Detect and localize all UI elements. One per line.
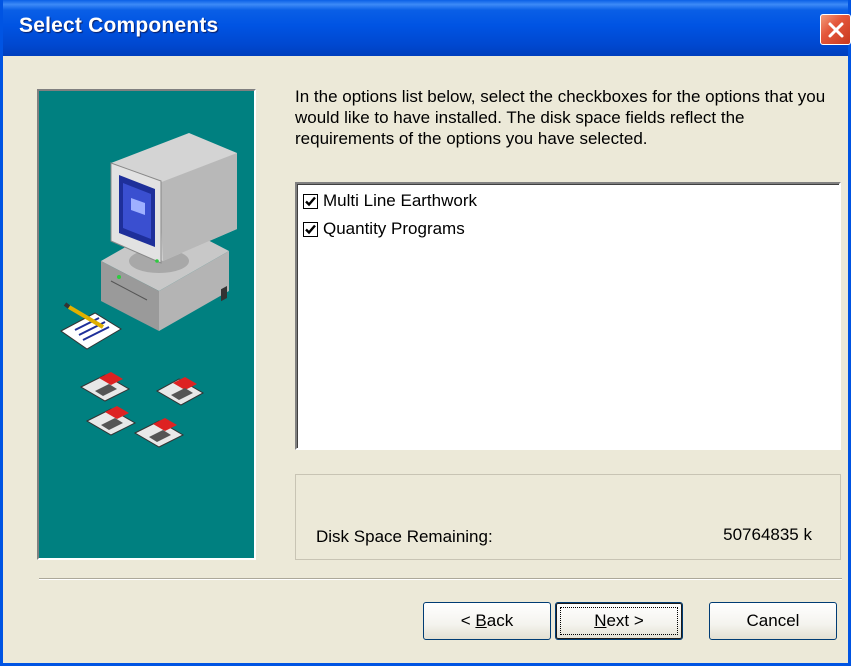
close-icon <box>828 22 843 37</box>
options-list[interactable]: Multi Line Earthwork Quantity Programs <box>295 182 841 450</box>
next-button[interactable]: Next > <box>555 602 683 640</box>
option-label: Multi Line Earthwork <box>323 191 478 210</box>
back-button[interactable]: < Back <box>423 602 551 640</box>
option-label: Quantity Programs <box>323 219 465 238</box>
checkmark-icon <box>305 196 316 206</box>
computer-illustration <box>60 133 237 448</box>
checkmark-icon <box>305 224 316 234</box>
installer-dialog: Select Components In the options list be… <box>0 0 851 666</box>
button-separator <box>39 578 842 580</box>
setup-illustration-panel <box>37 89 256 560</box>
back-prefix: < <box>460 611 476 630</box>
cancel-label: Cancel <box>746 611 800 630</box>
disk-space-panel: Disk Space Remaining: 50764835 k <box>295 474 841 560</box>
option-multi-line-earthwork[interactable]: Multi Line Earthwork <box>303 189 477 213</box>
disk-space-value: 50764835 k <box>723 525 812 544</box>
cancel-button[interactable]: Cancel <box>709 602 837 640</box>
back-mnemonic: B <box>475 611 487 630</box>
close-button[interactable] <box>820 14 851 45</box>
window-title: Select Components <box>19 14 219 37</box>
instructions-text: In the options list below, select the ch… <box>295 87 826 148</box>
disk-space-label: Disk Space Remaining: <box>316 527 493 546</box>
checkbox-quantity-programs[interactable] <box>303 221 318 237</box>
checkbox-multi-line-earthwork[interactable] <box>303 193 318 209</box>
option-quantity-programs[interactable]: Quantity Programs <box>303 217 465 241</box>
focus-rectangle <box>560 607 678 635</box>
title-bar[interactable]: Select Components <box>3 0 851 56</box>
back-label-rest: ack <box>486 611 514 630</box>
